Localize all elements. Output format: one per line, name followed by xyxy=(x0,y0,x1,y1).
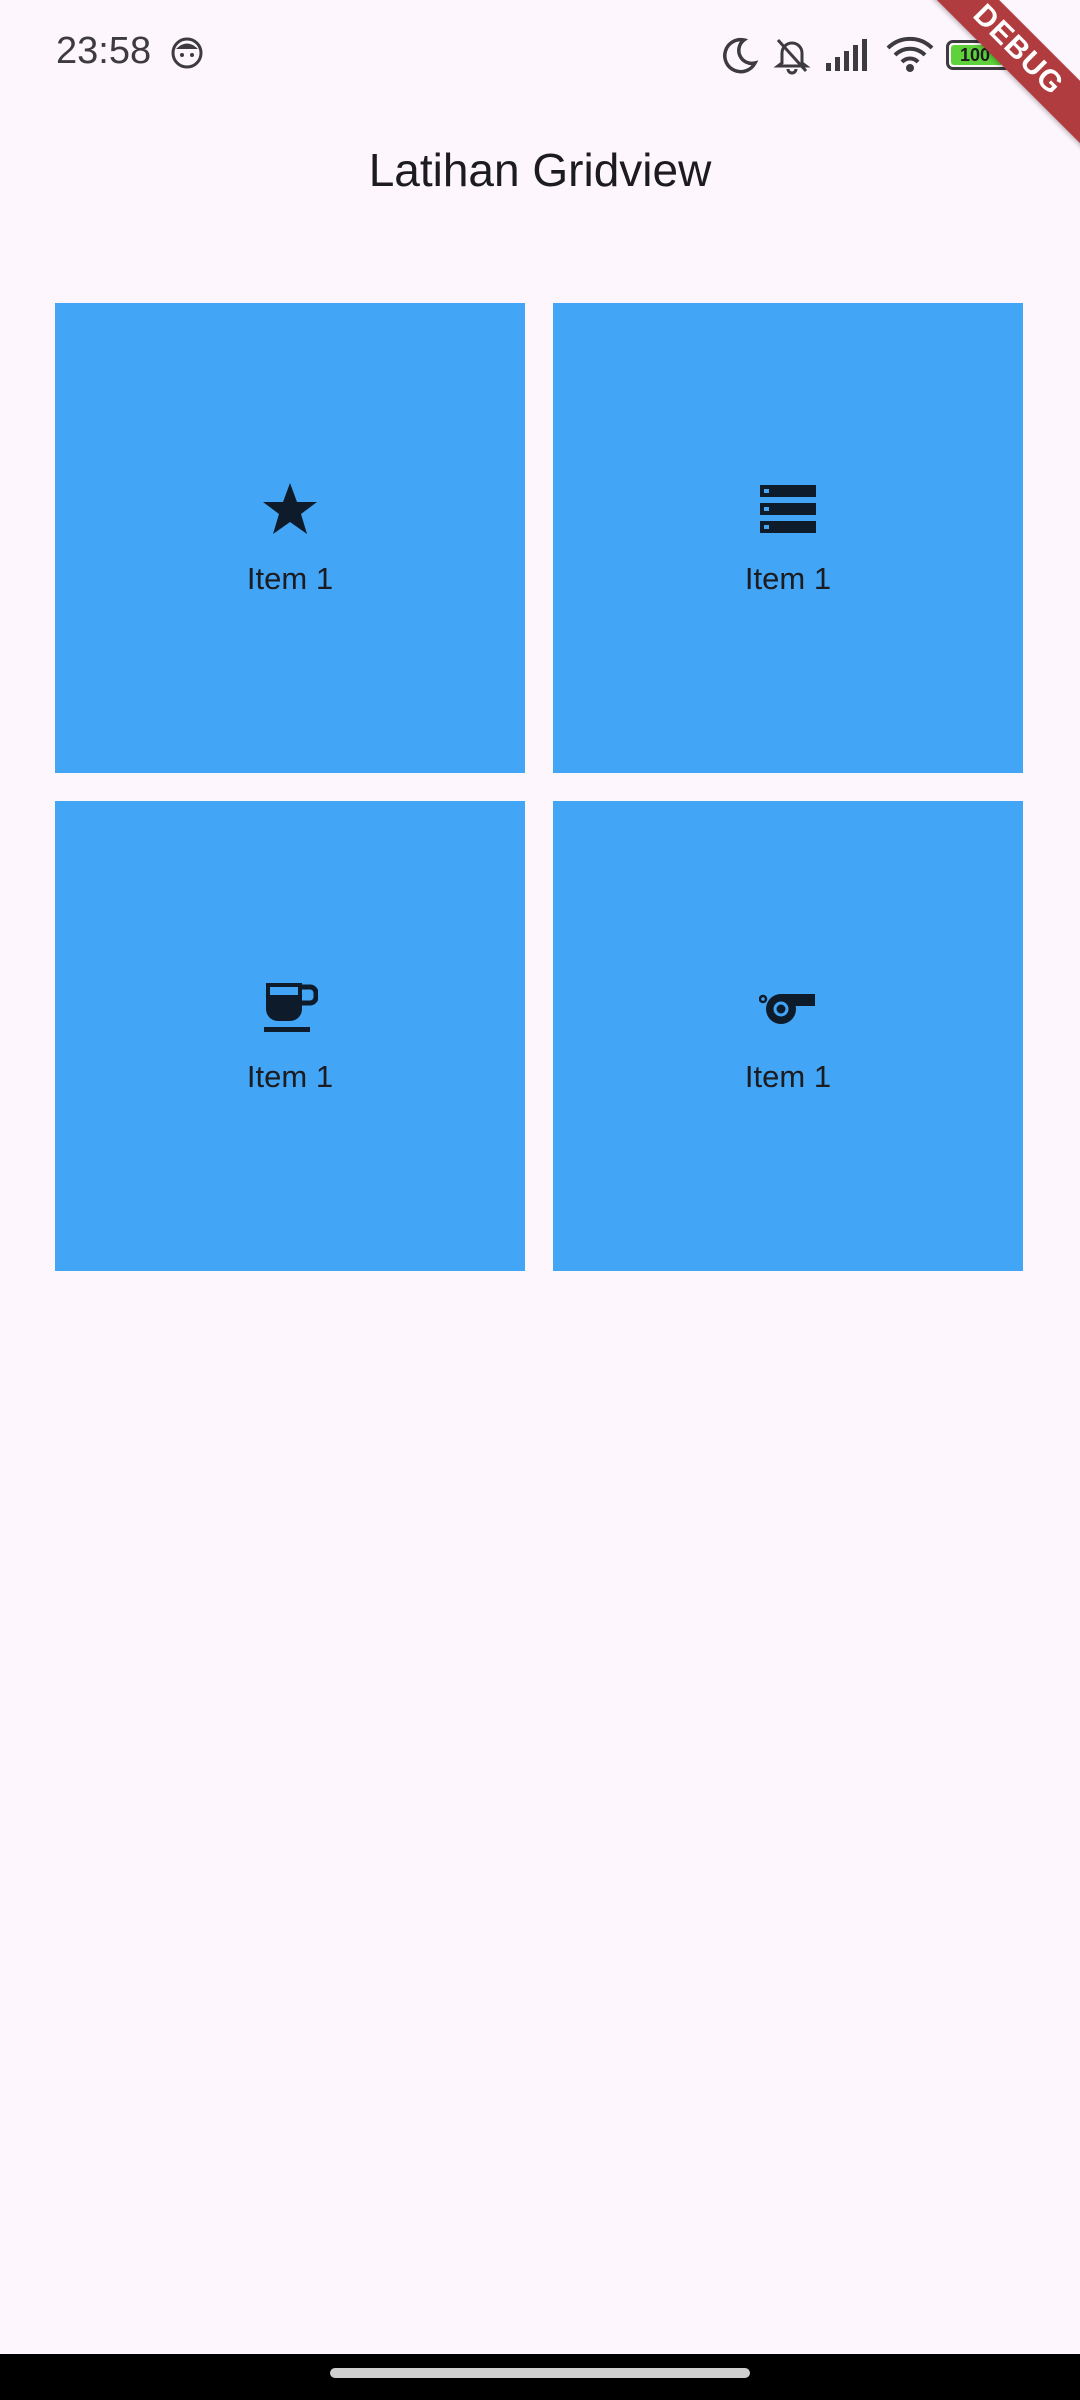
grid-item-label: Item 1 xyxy=(246,1059,334,1094)
moon-icon xyxy=(720,35,760,75)
home-gesture-handle[interactable] xyxy=(330,2368,750,2378)
grid-item-label: Item 1 xyxy=(744,561,832,596)
grid-item-label: Item 1 xyxy=(744,1059,832,1094)
grid-item-whistle[interactable]: Item 1 xyxy=(553,801,1023,1271)
grid-item-coffee[interactable]: Item 1 xyxy=(55,801,525,1271)
face-icon xyxy=(170,36,204,70)
signal-icon xyxy=(824,37,874,73)
wifi-icon xyxy=(886,36,934,74)
grid-item-label: Item 1 xyxy=(246,561,334,596)
page-title: Latihan Gridview xyxy=(368,144,712,196)
bell-off-icon xyxy=(772,35,812,75)
coffee-cup-icon xyxy=(260,977,320,1037)
navigation-bar xyxy=(0,2354,1080,2400)
storage-icon xyxy=(758,479,818,539)
whistle-icon xyxy=(758,977,818,1037)
status-bar: 23:58 100 xyxy=(0,0,1080,110)
grid-view: Item 1 Item 1 Item 1 Item 1 xyxy=(55,303,1025,1271)
app-bar: Latihan Gridview xyxy=(0,110,1080,230)
grid-item-star[interactable]: Item 1 xyxy=(55,303,525,773)
grid-item-storage[interactable]: Item 1 xyxy=(553,303,1023,773)
star-icon xyxy=(260,479,320,539)
status-time: 23:58 xyxy=(56,30,152,72)
